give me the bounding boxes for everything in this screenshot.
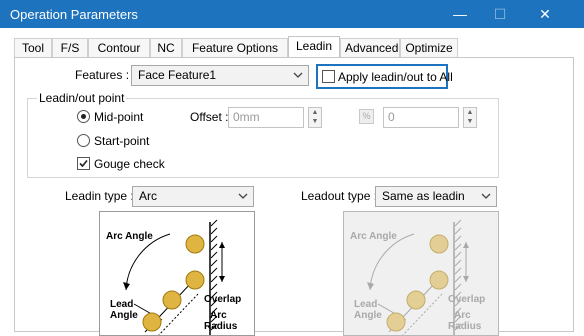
offset-input[interactable]: 0mm <box>228 107 304 128</box>
leadin-panel: Features : Face Feature1 Apply leadin/ou… <box>14 57 574 336</box>
tab-optimize[interactable]: Optimize <box>400 38 458 57</box>
apply-all-label[interactable]: Apply leadin/out to All <box>338 70 453 84</box>
leadin-point-group-label: Leadin/out point <box>37 91 127 105</box>
lead-angle-label-1: Lead <box>354 299 378 310</box>
mid-point-label[interactable]: Mid-point <box>94 110 143 124</box>
percent-toggle-icon[interactable]: % <box>359 109 374 124</box>
lead-angle-label-1: Lead <box>110 299 134 310</box>
close-button[interactable]: ✕ <box>535 4 555 24</box>
apply-all-checkbox[interactable] <box>322 70 335 83</box>
checkmark-icon <box>79 159 88 168</box>
spin-down-icon[interactable]: ▼ <box>309 117 321 126</box>
window-titlebar[interactable]: Operation Parameters — ☐ ✕ <box>0 0 584 28</box>
leadin-diagram: Arc Angle Overlap Lead Angle Arc Radius <box>99 211 255 336</box>
features-combobox[interactable]: Face Feature1 <box>131 65 309 86</box>
arc-radius-label-2: Radius <box>204 321 238 332</box>
gouge-check-label[interactable]: Gouge check <box>94 157 165 171</box>
offset-label: Offset : <box>190 110 229 124</box>
apply-all-highlight[interactable]: Apply leadin/out to All <box>316 64 453 89</box>
features-value: Face Feature1 <box>138 68 217 82</box>
tab-leadin[interactable]: Leadin <box>288 36 340 58</box>
arc-angle-label: Arc Angle <box>350 231 397 242</box>
arc-radius-label-1: Arc <box>454 310 471 321</box>
overlap-label: Overlap <box>448 294 486 305</box>
arc-radius-label-1: Arc <box>210 310 227 321</box>
chevron-down-icon <box>293 72 303 78</box>
leadout-diagram: Arc Angle Overlap Lead Angle Arc Radius <box>343 211 499 336</box>
maximize-button[interactable]: ☐ <box>490 4 510 24</box>
leadout-type-value: Same as leadin <box>382 189 465 203</box>
spin-up-icon[interactable]: ▲ <box>464 108 476 117</box>
arc-angle-label: Arc Angle <box>106 231 153 242</box>
minimize-button[interactable]: — <box>450 4 470 24</box>
leadin-type-value: Arc <box>139 189 157 203</box>
start-point-radio[interactable] <box>77 134 90 147</box>
tab-nc[interactable]: NC <box>150 38 182 57</box>
leadin-type-combobox[interactable]: Arc <box>132 186 254 207</box>
leadout-type-label: Leadout type : <box>301 189 378 203</box>
overlap-label: Overlap <box>204 294 242 305</box>
lead-angle-label-2: Angle <box>354 310 382 321</box>
gouge-check-checkbox[interactable] <box>77 157 90 170</box>
spin-up-icon[interactable]: ▲ <box>309 108 321 117</box>
count-spinner[interactable]: ▲ ▼ <box>463 107 477 128</box>
tab-tool[interactable]: Tool <box>14 38 52 57</box>
spin-down-icon[interactable]: ▼ <box>464 117 476 126</box>
chevron-down-icon <box>481 193 491 199</box>
lead-angle-label-2: Angle <box>110 310 138 321</box>
leadout-type-combobox[interactable]: Same as leadin <box>375 186 497 207</box>
tab-feature-options[interactable]: Feature Options <box>182 38 288 57</box>
window-title: Operation Parameters <box>10 7 138 22</box>
tab-contour[interactable]: Contour <box>88 38 150 57</box>
count-input[interactable]: 0 <box>383 107 459 128</box>
tab-advanced[interactable]: Advanced <box>340 38 400 57</box>
leadin-type-label: Leadin type : <box>65 189 134 203</box>
offset-spinner[interactable]: ▲ ▼ <box>308 107 322 128</box>
start-point-label[interactable]: Start-point <box>94 134 149 148</box>
tab-fs[interactable]: F/S <box>52 38 88 57</box>
arc-radius-label-2: Radius <box>448 321 482 332</box>
features-label: Features : <box>75 68 130 82</box>
chevron-down-icon <box>238 193 248 199</box>
mid-point-radio[interactable] <box>77 110 90 123</box>
